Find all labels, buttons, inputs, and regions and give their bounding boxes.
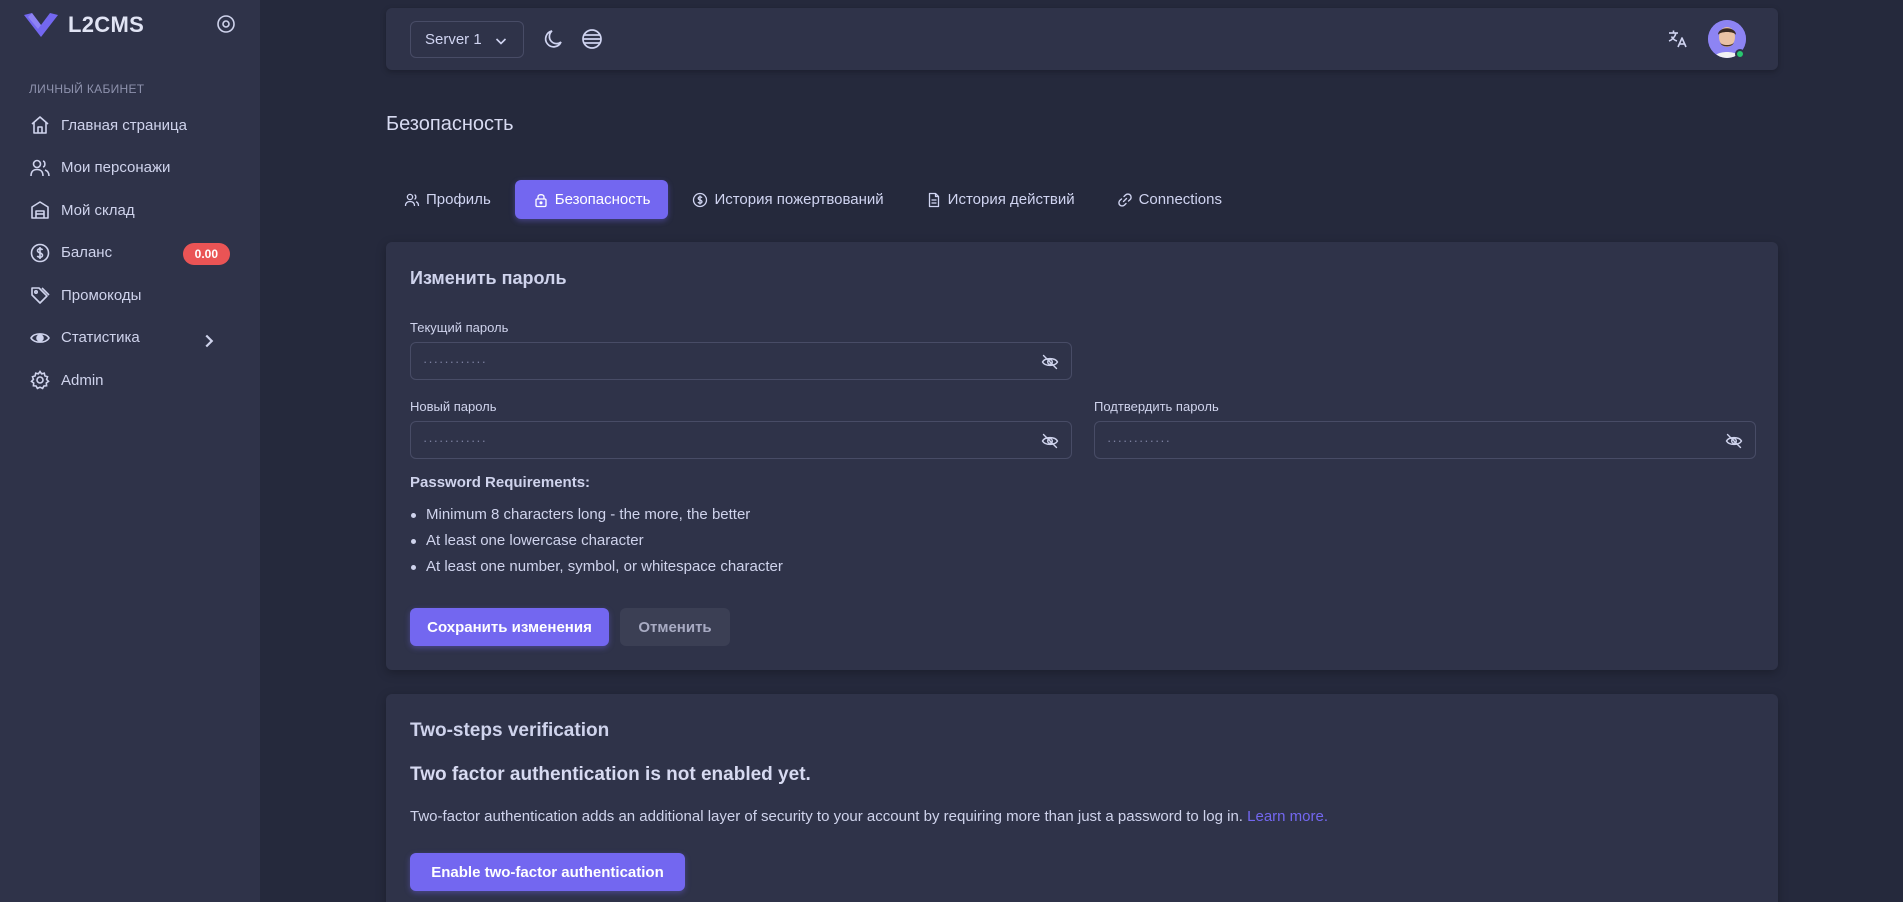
enable-2fa-button[interactable]: Enable two-factor authentication	[410, 853, 685, 891]
new-password-value: ············	[423, 432, 487, 448]
tab-label: История действий	[947, 191, 1075, 208]
tfa-status-heading: Two factor authentication is not enabled…	[410, 764, 811, 785]
sidebar-item-label: Мои персонажи	[61, 159, 171, 176]
eye-off-icon[interactable]	[1041, 353, 1059, 371]
tags-icon	[31, 287, 50, 304]
top-navbar: Server 1	[386, 8, 1778, 70]
sidebar-item-balance[interactable]: Баланс 0.00	[14, 234, 246, 272]
learn-more-link[interactable]: Learn more.	[1247, 808, 1328, 825]
change-password-card: Изменить пароль Текущий пароль ·········…	[386, 242, 1778, 670]
translate-icon[interactable]	[1666, 27, 1690, 51]
sidebar-item-statistics[interactable]: Статистика	[14, 319, 246, 357]
requirement-item: At least one lowercase character	[410, 528, 783, 554]
page-title: Безопасность	[386, 113, 514, 135]
tab-label: Профиль	[426, 191, 491, 208]
sidebar-item-label: Статистика	[61, 329, 140, 346]
globe-icon[interactable]	[580, 27, 604, 51]
gear-icon	[30, 370, 50, 390]
logo-icon	[24, 13, 58, 37]
tab-label: Connections	[1138, 191, 1222, 208]
eye-off-icon[interactable]	[1041, 432, 1059, 450]
file-icon	[928, 192, 939, 207]
sidebar-item-promocodes[interactable]: Промокоды	[14, 276, 246, 314]
warehouse-icon	[31, 201, 49, 219]
tfa-description: Two-factor authentication adds an additi…	[410, 808, 1328, 825]
sidebar-item-label: Admin	[61, 371, 104, 389]
sidebar-menu: Главная страница Мои персонажи Мой склад…	[14, 106, 246, 404]
sidebar-item-characters[interactable]: Мои персонажи	[14, 149, 246, 187]
password-requirements-list: Minimum 8 characters long - the more, th…	[410, 502, 783, 580]
tab-label: Безопасность	[554, 191, 651, 208]
chart-eye-icon	[30, 332, 50, 343]
chevron-down-icon	[495, 38, 507, 45]
confirm-password-field[interactable]: ············	[1094, 421, 1756, 459]
server-select-value: Server 1	[425, 31, 482, 48]
account-tabs: Профиль Безопасность История пожертвован…	[386, 180, 1246, 219]
requirement-item: Minimum 8 characters long - the more, th…	[410, 502, 783, 528]
sidebar-item-warehouse[interactable]: Мой склад	[14, 191, 246, 229]
tab-donation-history[interactable]: История пожертвований	[674, 180, 901, 219]
current-password-field[interactable]: ············	[410, 342, 1072, 380]
save-changes-button[interactable]: Сохранить изменения	[410, 608, 609, 646]
menu-section-header: ЛИЧНЫЙ КАБИНЕТ	[29, 82, 145, 96]
sidebar-item-home[interactable]: Главная страница	[14, 106, 246, 144]
confirm-password-label: Подтвердить пароль	[1094, 399, 1219, 414]
tfa-description-text: Two-factor authentication adds an additi…	[410, 808, 1243, 825]
lock-icon	[535, 193, 547, 207]
sidebar-item-label: Главная страница	[61, 116, 187, 134]
moon-icon[interactable]	[542, 27, 566, 51]
home-icon	[31, 116, 49, 134]
tab-activity-history[interactable]: История действий	[908, 180, 1093, 219]
chevron-right-icon	[205, 334, 214, 347]
current-password-value: ············	[423, 353, 487, 369]
sidebar: L2CMS ЛИЧНЫЙ КАБИНЕТ Главная страница Мо…	[0, 0, 260, 902]
cancel-button[interactable]: Отменить	[620, 608, 730, 646]
online-status-dot	[1735, 49, 1745, 59]
brand[interactable]: L2CMS	[24, 10, 144, 40]
sidebar-item-label: Мой склад	[61, 201, 135, 219]
users-icon	[404, 193, 420, 206]
collapse-sidebar-icon[interactable]	[215, 13, 237, 35]
confirm-password-value: ············	[1107, 432, 1171, 448]
server-select[interactable]: Server 1	[410, 21, 524, 58]
dollar-circle-icon	[693, 192, 708, 207]
card-title: Two-steps verification	[410, 720, 610, 741]
users-icon	[30, 159, 50, 176]
two-step-verification-card: Two-steps verification Two factor authen…	[386, 694, 1778, 902]
tab-label: История пожертвований	[714, 191, 884, 208]
sidebar-item-label: Промокоды	[61, 286, 142, 304]
dollar-circle-icon	[30, 243, 50, 262]
current-password-label: Текущий пароль	[410, 320, 509, 335]
password-requirements-title: Password Requirements:	[410, 474, 591, 491]
brand-name: L2CMS	[68, 12, 145, 37]
tab-security[interactable]: Безопасность	[514, 180, 669, 219]
sidebar-item-label: Баланс	[61, 244, 113, 261]
eye-off-icon[interactable]	[1725, 432, 1743, 450]
tab-connections[interactable]: Connections	[1099, 180, 1240, 219]
link-icon	[1117, 192, 1132, 207]
tab-profile[interactable]: Профиль	[386, 180, 509, 219]
card-title: Изменить пароль	[410, 268, 567, 288]
balance-badge: 0.00	[182, 242, 230, 265]
sidebar-item-admin[interactable]: Admin	[14, 361, 246, 399]
requirement-item: At least one number, symbol, or whitespa…	[410, 554, 783, 580]
new-password-label: Новый пароль	[410, 399, 497, 414]
new-password-field[interactable]: ············	[410, 421, 1072, 459]
